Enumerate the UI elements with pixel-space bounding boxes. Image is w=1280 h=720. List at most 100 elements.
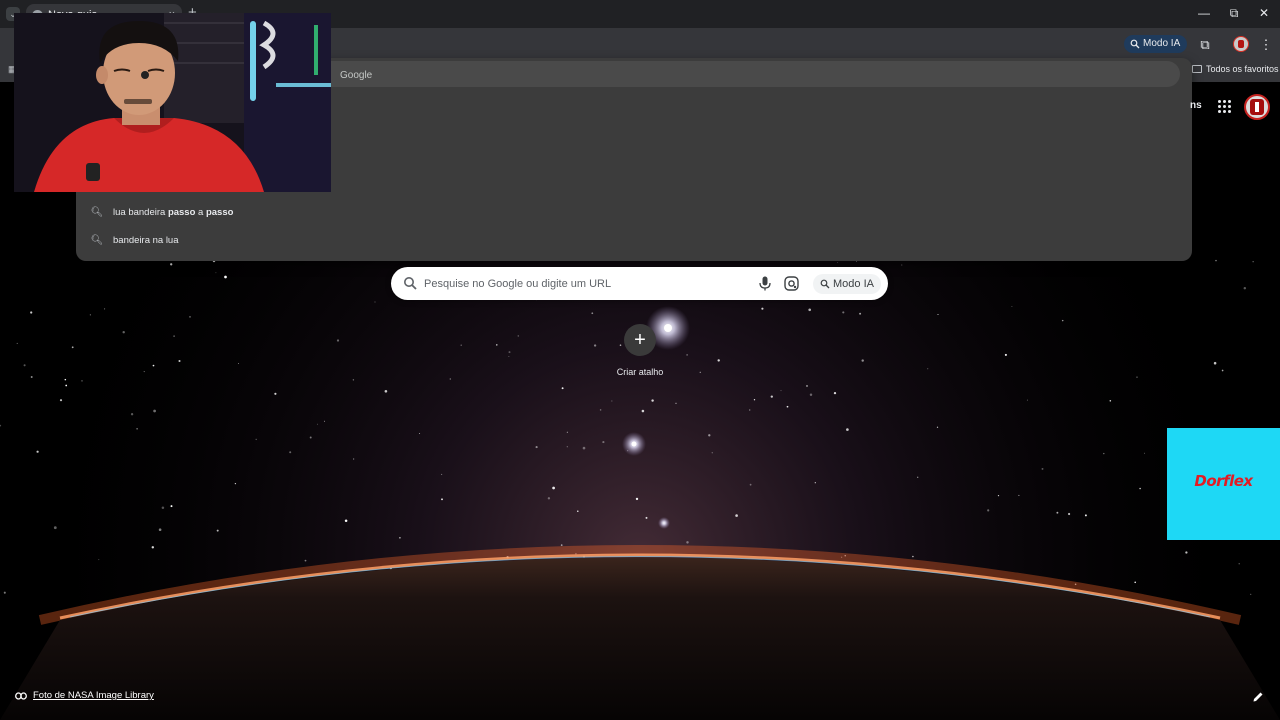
star: [566, 446, 568, 448]
star: [1103, 452, 1105, 455]
star: [987, 509, 990, 512]
dorflex-ad-banner[interactable]: Dorflex: [1167, 428, 1280, 540]
add-icon: +: [624, 324, 656, 356]
star: [717, 359, 720, 362]
all-favorites-button[interactable]: Todos os favoritos: [1192, 64, 1279, 74]
star: [151, 546, 155, 549]
star: [1144, 452, 1145, 454]
star: [770, 395, 773, 398]
star: [861, 359, 864, 362]
star: [535, 446, 538, 449]
star: [173, 335, 175, 337]
star: [735, 514, 738, 517]
suggestion-plain-text: lua bandeira: [113, 207, 168, 218]
star: [289, 451, 292, 454]
search-icon: 🔍︎: [90, 235, 104, 246]
star: [23, 364, 26, 367]
search-icon: 🔍︎: [90, 207, 104, 218]
star: [460, 344, 462, 346]
modo-ia-toolbar-label: Modo IA: [1143, 38, 1181, 49]
star: [859, 312, 862, 315]
star: [806, 385, 808, 387]
star: [749, 483, 752, 486]
google-apps-icon[interactable]: [1218, 100, 1232, 114]
star: [997, 495, 1000, 497]
star: [36, 450, 39, 453]
link-icon: [15, 691, 27, 700]
star: [374, 301, 376, 303]
folder-icon: [1192, 65, 1202, 73]
star: [178, 359, 181, 363]
star: [846, 428, 849, 431]
star: [64, 378, 67, 381]
star: [1134, 581, 1136, 584]
star: [441, 473, 443, 475]
star: [344, 519, 348, 522]
suggestion-item[interactable]: 🔍︎ lua bandeira passo a passo: [76, 200, 1192, 226]
add-shortcut-tile[interactable]: + Criar atalho: [600, 324, 680, 377]
star: [65, 384, 68, 387]
extensions-icon[interactable]: ⧉: [1196, 36, 1214, 54]
profile-button[interactable]: [1233, 36, 1249, 52]
star: [1139, 487, 1141, 490]
background-attribution-link[interactable]: Foto de NASA Image Library: [15, 690, 154, 701]
close-window-button[interactable]: ✕: [1254, 6, 1274, 20]
star: [1068, 512, 1071, 516]
all-favorites-label: Todos os favoritos: [1206, 64, 1279, 74]
star: [1056, 511, 1059, 514]
sparkle-search-icon: [1130, 39, 1140, 49]
star: [324, 420, 325, 422]
star: [215, 272, 217, 274]
star: [89, 314, 91, 316]
google-lens-icon[interactable]: [784, 276, 799, 291]
star: [645, 516, 648, 519]
star: [170, 505, 173, 508]
star: [842, 311, 845, 314]
star: [98, 559, 100, 561]
star: [136, 427, 138, 430]
star: [71, 346, 74, 349]
suggestion-item[interactable]: 🔍︎ bandeira na lua: [76, 228, 1192, 254]
star: [399, 536, 401, 539]
menu-kebab-icon[interactable]: ⋮: [1257, 36, 1275, 54]
star: [699, 371, 701, 373]
star: [216, 529, 219, 532]
restore-button[interactable]: ⧉: [1224, 6, 1244, 21]
modo-ia-search-button[interactable]: Modo IA: [813, 274, 881, 294]
star: [686, 541, 689, 544]
star: [591, 312, 594, 315]
modo-ia-toolbar-button[interactable]: Modo IA: [1124, 35, 1188, 53]
star: [547, 497, 551, 500]
star: [833, 391, 837, 395]
star: [316, 423, 318, 425]
suggestion-plain-text: bandeira na lua: [113, 235, 179, 246]
star: [1109, 400, 1112, 402]
star: [152, 364, 155, 367]
account-label[interactable]: ns: [1190, 100, 1202, 111]
star: [711, 452, 713, 454]
star: [53, 526, 57, 530]
star: [1185, 551, 1188, 554]
microphone-icon[interactable]: [758, 276, 772, 291]
star: [59, 399, 63, 402]
customize-pencil-icon[interactable]: [1252, 691, 1264, 703]
account-avatar[interactable]: [1244, 94, 1270, 120]
star: [441, 498, 443, 501]
star: [1084, 514, 1087, 517]
ntp-search-box[interactable]: Modo IA: [391, 267, 888, 300]
star: [577, 510, 579, 512]
star: [814, 482, 816, 484]
star: [508, 351, 511, 354]
star: [122, 331, 125, 334]
suggestion-match-text: passo: [205, 207, 234, 218]
star: [602, 441, 605, 444]
star: [274, 392, 277, 395]
star: [496, 344, 498, 346]
star: [224, 275, 227, 279]
star: [917, 476, 919, 478]
star: [611, 400, 613, 402]
star: [560, 544, 563, 546]
star: [561, 387, 564, 390]
search-input[interactable]: [424, 274, 744, 293]
minimize-button[interactable]: —: [1194, 6, 1214, 20]
